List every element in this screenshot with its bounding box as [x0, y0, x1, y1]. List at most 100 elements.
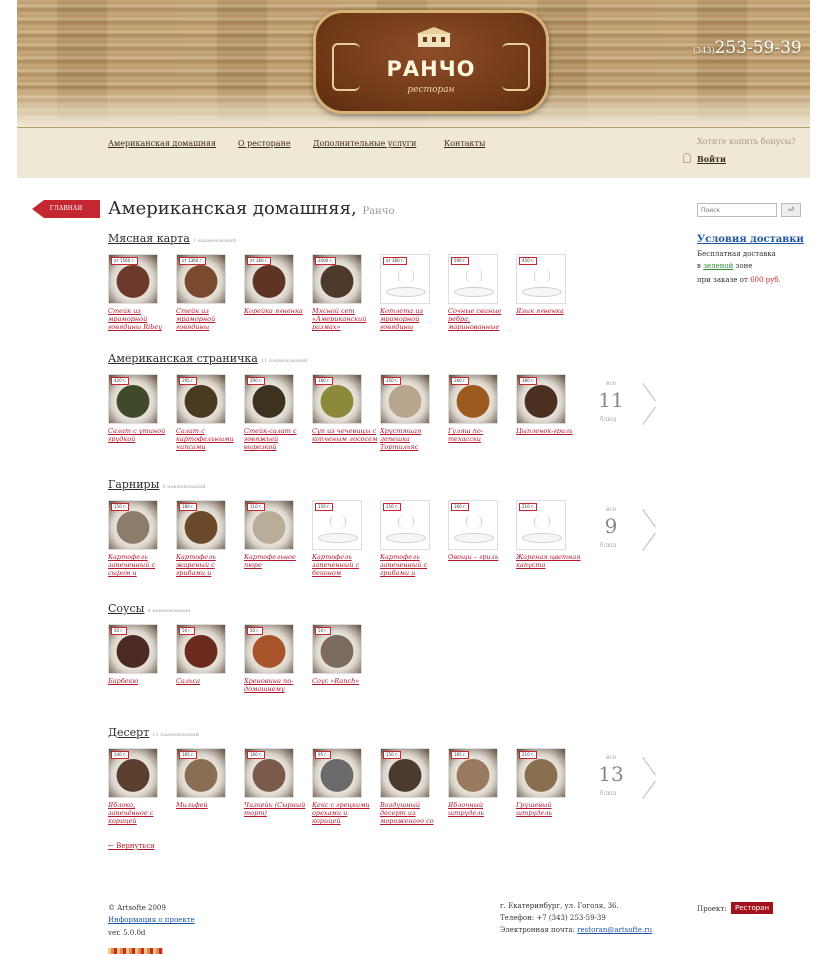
login-link[interactable]: Войти	[697, 154, 726, 164]
back-link[interactable]: ← Вернуться	[108, 842, 155, 850]
dish-card[interactable]: 290 г. Стейк-салат с говяжьей вырезкой	[244, 374, 297, 451]
section-title[interactable]: Гарниры 9 наименований	[108, 478, 206, 491]
dish-name-link[interactable]: Сальса	[176, 677, 242, 701]
project-badge[interactable]: Ресторан	[731, 902, 774, 914]
dish-name-link[interactable]: Грушевый штрудель	[516, 801, 582, 825]
dish-photo[interactable]: 95 г.	[312, 748, 362, 798]
dish-card[interactable]: 180 г. Картофель жареный с грибами и	[176, 500, 226, 577]
logo[interactable]: РАНЧО ресторан	[313, 10, 549, 114]
dish-card[interactable]: 450 г. Язык ягненка	[516, 254, 566, 331]
dish-card[interactable]: 50 г. Соус «Ranch»	[312, 624, 362, 701]
dish-card[interactable]: 185 г. Мильфей	[176, 748, 226, 825]
dish-name-link[interactable]: Суп из чечевицы с копченым лососем	[312, 427, 378, 451]
dish-name-link[interactable]: Хреновина по-домашнему	[244, 677, 310, 701]
dish-card[interactable]: 110 г. Картофельное пюре	[244, 500, 296, 577]
dish-photo[interactable]: 350 г.	[380, 374, 430, 424]
dish-card[interactable]: 150 г. Картофель запеченный с беконом	[312, 500, 362, 577]
delivery-terms-link[interactable]: Условия доставки	[697, 234, 804, 245]
dish-card[interactable]: 2000 г. Мясной сет «Американский размах»	[312, 254, 366, 331]
dish-name-link[interactable]: Соус «Ranch»	[312, 677, 378, 701]
dish-card[interactable]: 350 г. Хрустящая лепешка Тортильяс	[380, 374, 430, 451]
dish-name-link[interactable]: Мясной сет «Американский размах»	[312, 307, 378, 331]
dish-card[interactable]: 210 г. Грушевый штрудель	[516, 748, 566, 825]
dish-photo[interactable]: 160 г.	[244, 748, 294, 798]
dish-placeholder-image[interactable]: от 360 г.	[380, 254, 430, 304]
dish-card[interactable]: 590 г. Сочные свиные ребра, маринованные	[448, 254, 501, 331]
dish-photo[interactable]: 380 г.	[516, 374, 566, 424]
dish-photo[interactable]: 290 г.	[244, 374, 294, 424]
all-dishes-link[interactable]: все 9 блюд	[598, 506, 648, 556]
dish-card[interactable]: 160 г. Овощи – гриль	[448, 500, 498, 577]
dish-card[interactable]: 150 г. Воздушный десерт из мороженого со	[380, 748, 434, 825]
dish-name-link[interactable]: Хрустящая лепешка Тортильяс	[380, 427, 446, 451]
dish-photo[interactable]: от 360 г.	[244, 254, 294, 304]
green-zone-link[interactable]: зеленой	[703, 262, 733, 270]
dish-name-link[interactable]: Овощи – гриль	[448, 553, 514, 577]
dish-name-link[interactable]: Стейк из мраморной говядины	[176, 307, 242, 331]
dish-name-link[interactable]: Котлета из мраморной говядины	[380, 307, 446, 331]
all-dishes-link[interactable]: все 13 блюд	[598, 754, 648, 804]
dish-photo[interactable]: 50 г.	[176, 624, 226, 674]
dish-card[interactable]: 160 г. Чизкейк (Сырный торт)	[244, 748, 305, 825]
dish-card[interactable]: 150 г. Картофель запеченный с грибами и	[380, 500, 430, 577]
dish-name-link[interactable]: Сочные свиные ребра, маринованные	[448, 307, 514, 331]
dish-photo[interactable]: 185 г.	[176, 748, 226, 798]
dish-name-link[interactable]: Барбекю	[108, 677, 174, 701]
dish-name-link[interactable]: Стейк из мраморной говядины Ribey	[108, 307, 174, 331]
dish-photo[interactable]: 180 г.	[176, 500, 226, 550]
dish-card[interactable]: от 1360 г. Стейк из мраморной говядины	[176, 254, 226, 331]
dish-photo[interactable]: 110 г.	[244, 500, 294, 550]
dish-card[interactable]: 185 г. Яблочный штрудель	[448, 748, 498, 825]
dish-card[interactable]: от 1560 г. Стейк из мраморной говядины Ri…	[108, 254, 162, 331]
section-title[interactable]: Мясная карта 7 наименований	[108, 232, 236, 245]
dish-photo[interactable]: 295 г.	[176, 374, 226, 424]
dish-card[interactable]: 50 г. Барбекю	[108, 624, 158, 701]
dish-name-link[interactable]: Салат с утиной грудкой	[108, 427, 174, 451]
nav-american-home[interactable]: Американская домашняя	[108, 139, 216, 148]
dish-name-link[interactable]: Картофель запеченный с сыром и	[108, 553, 174, 577]
dish-name-link[interactable]: Жареная цветная капуста	[516, 553, 582, 577]
dish-photo[interactable]: 50 г.	[108, 624, 158, 674]
dish-card[interactable]: от 360 г. Корейка ягненка	[244, 254, 303, 331]
section-title[interactable]: Десерт 13 наименований	[108, 726, 199, 739]
dish-name-link[interactable]: Мильфей	[176, 801, 242, 825]
nav-about[interactable]: О ресторане	[238, 139, 291, 148]
dish-name-link[interactable]: Корейка ягненка	[244, 307, 310, 331]
dish-card[interactable]: 50 г. Сальса	[176, 624, 226, 701]
search-input[interactable]	[697, 203, 777, 217]
dish-photo[interactable]: 210 г.	[516, 748, 566, 798]
dish-placeholder-image[interactable]: 210 г.	[516, 500, 566, 550]
search-submit-button[interactable]: ⏎	[781, 203, 801, 217]
nav-contacts[interactable]: Контакты	[444, 139, 485, 148]
dish-name-link[interactable]: Гуляш по-техасски	[448, 427, 514, 451]
dish-name-link[interactable]: Цыпленок-гриль	[516, 427, 582, 451]
dish-name-link[interactable]: Кекс с грецкими орехами и корицей	[312, 801, 378, 825]
dish-photo[interactable]: от 1560 г.	[108, 254, 158, 304]
dish-placeholder-image[interactable]: 450 г.	[516, 254, 566, 304]
dish-placeholder-image[interactable]: 150 г.	[380, 500, 430, 550]
dish-name-link[interactable]: Салат с картофельными чипсами	[176, 427, 242, 451]
dish-card[interactable]: 150 г. Картофель запеченный с сыром и	[108, 500, 158, 577]
dish-name-link[interactable]: Картофельное пюре	[244, 553, 310, 577]
dish-name-link[interactable]: Картофель запеченный с грибами и	[380, 553, 446, 577]
dish-placeholder-image[interactable]: 590 г.	[448, 254, 498, 304]
dish-card[interactable]: 295 г. Салат с картофельными чипсами	[176, 374, 234, 451]
dish-photo[interactable]: 140 г.	[108, 748, 158, 798]
email-link[interactable]: restoran@artsofte.ru	[577, 926, 652, 934]
dish-photo[interactable]: 50 г.	[312, 624, 362, 674]
dish-name-link[interactable]: Яблоко, запечённое с корицей	[108, 801, 174, 825]
nav-services[interactable]: Дополнительные услуги	[313, 139, 416, 148]
dish-photo[interactable]: 260 г.	[448, 374, 498, 424]
dish-card[interactable]: от 360 г. Котлета из мраморной говядины	[380, 254, 430, 331]
dish-card[interactable]: 210 г. Жареная цветная капуста	[516, 500, 581, 577]
dish-card[interactable]: 180 г. Суп из чечевицы с копченым лососем	[312, 374, 377, 451]
dish-name-link[interactable]: Язык ягненка	[516, 307, 582, 331]
section-title[interactable]: Соусы 4 наименования	[108, 602, 191, 615]
project-info-link[interactable]: Информация о проекте	[108, 916, 195, 924]
dish-card[interactable]: 420 г. Салат с утиной грудкой	[108, 374, 165, 451]
dish-name-link[interactable]: Картофель запеченный с беконом	[312, 553, 378, 577]
dish-name-link[interactable]: Воздушный десерт из мороженого со	[380, 801, 446, 825]
home-tab[interactable]: ГЛАВНАЯ	[32, 200, 100, 218]
dish-card[interactable]: 380 г. Цыпленок-гриль	[516, 374, 573, 451]
dish-photo[interactable]: от 1360 г.	[176, 254, 226, 304]
